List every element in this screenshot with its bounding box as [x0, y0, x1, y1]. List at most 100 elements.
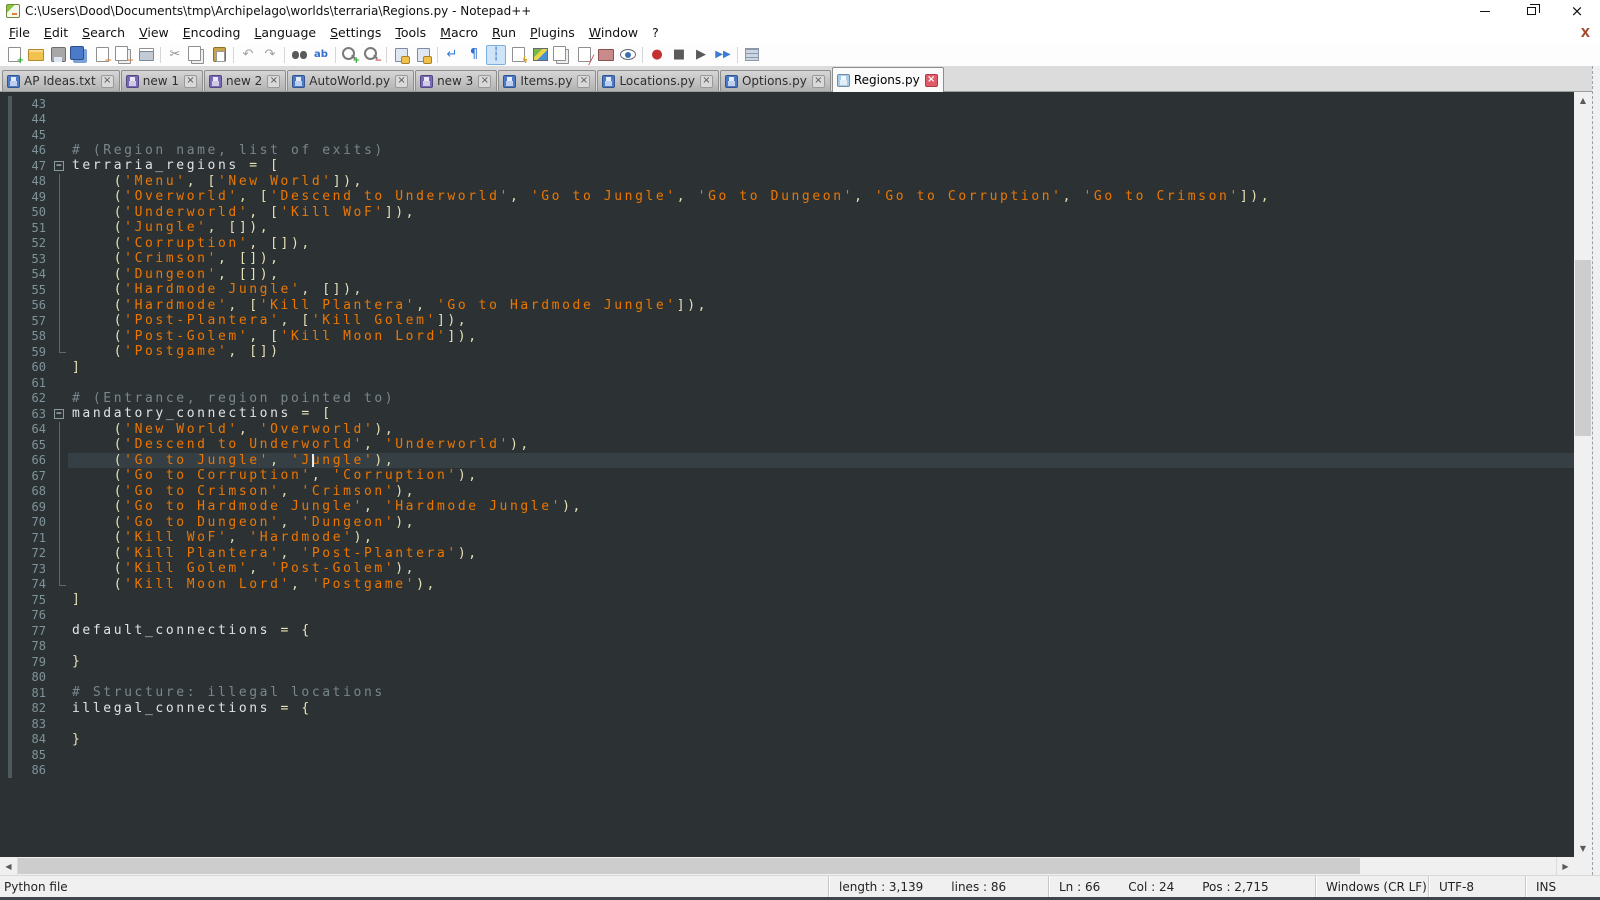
code-line-82[interactable]: 82illegal_connections = {: [0, 701, 1574, 717]
code-editor[interactable]: 43444546# (Region name, list of exits)47…: [0, 92, 1574, 857]
tab-locations-py[interactable]: Locations.py×: [597, 70, 719, 91]
code-text[interactable]: ('Underworld', ['Kill WoF']),: [68, 205, 1574, 221]
code-line-53[interactable]: 53 ('Crimson', []),: [0, 251, 1574, 267]
code-text[interactable]: ('Hardmode', ['Kill Plantera', 'Go to Ha…: [68, 298, 1574, 314]
close-all-icon[interactable]: −: [114, 45, 134, 65]
edit-script-icon[interactable]: ╱: [574, 45, 594, 65]
new-file-icon[interactable]: +: [4, 45, 24, 65]
code-line-79[interactable]: 79}: [0, 654, 1574, 670]
code-line-47[interactable]: 47−terraria_regions = [: [0, 158, 1574, 174]
code-text[interactable]: # Structure: illegal locations: [68, 685, 1574, 701]
code-line-45[interactable]: 45: [0, 127, 1574, 143]
code-line-85[interactable]: 85: [0, 747, 1574, 763]
minimize-button[interactable]: [1462, 0, 1508, 22]
monitoring-eye-icon[interactable]: [618, 45, 638, 65]
code-line-48[interactable]: 48 ('Menu', ['New World']),: [0, 174, 1574, 190]
open-file-icon[interactable]: [26, 45, 46, 65]
code-text[interactable]: [68, 763, 1574, 779]
code-text[interactable]: mandatory_connections = [: [68, 406, 1574, 422]
code-line-66[interactable]: 66 ('Go to Jungle', 'Jungle'),: [0, 453, 1574, 469]
save-all-icon[interactable]: [70, 45, 90, 65]
print-icon[interactable]: [136, 45, 156, 65]
scroll-left-arrow-icon[interactable]: ◀: [0, 857, 18, 875]
tab-ap-ideas-txt[interactable]: AP Ideas.txt×: [2, 70, 120, 91]
menu-file[interactable]: File: [2, 23, 37, 42]
code-line-70[interactable]: 70 ('Go to Dungeon', 'Dungeon'),: [0, 515, 1574, 531]
tab-close-icon[interactable]: ×: [577, 75, 590, 88]
code-text[interactable]: ]: [68, 592, 1574, 608]
play-macro-icon[interactable]: ▶: [691, 45, 711, 65]
code-text[interactable]: ('Kill Golem', 'Post-Golem'),: [68, 561, 1574, 577]
horizontal-scrollbar-thumb[interactable]: [18, 858, 1360, 874]
folder-as-workspace-icon[interactable]: [596, 45, 616, 65]
copy-icon[interactable]: [187, 45, 207, 65]
scroll-right-arrow-icon[interactable]: ▶: [1556, 857, 1574, 875]
code-text[interactable]: ('Go to Corruption', 'Corruption'),: [68, 468, 1574, 484]
code-text[interactable]: ('Descend to Underworld', 'Underworld'),: [68, 437, 1574, 453]
code-text[interactable]: ('Go to Jungle', 'Jungle'),: [68, 453, 1574, 469]
code-text[interactable]: illegal_connections = {: [68, 701, 1574, 717]
code-line-51[interactable]: 51 ('Jungle', []),: [0, 220, 1574, 236]
code-text[interactable]: }: [68, 654, 1574, 670]
code-line-58[interactable]: 58 ('Post-Golem', ['Kill Moon Lord']),: [0, 329, 1574, 345]
code-text[interactable]: [68, 716, 1574, 732]
cut-icon[interactable]: ✂: [165, 45, 185, 65]
code-line-59[interactable]: 59 ('Postgame', []): [0, 344, 1574, 360]
code-text[interactable]: ('Corruption', []),: [68, 236, 1574, 252]
sync-vertical-scrolling-icon[interactable]: [391, 45, 411, 65]
code-text[interactable]: # (Region name, list of exits): [68, 143, 1574, 159]
menu-edit[interactable]: Edit: [37, 23, 75, 42]
tab-close-icon[interactable]: ×: [478, 75, 491, 88]
status-eol-format[interactable]: Windows (CR LF): [1315, 876, 1428, 897]
code-text[interactable]: ('Post-Plantera', ['Kill Golem']),: [68, 313, 1574, 329]
code-line-50[interactable]: 50 ('Underworld', ['Kill WoF']),: [0, 205, 1574, 221]
code-line-63[interactable]: 63−mandatory_connections = [: [0, 406, 1574, 422]
code-line-60[interactable]: 60]: [0, 360, 1574, 376]
code-line-71[interactable]: 71 ('Kill WoF', 'Hardmode'),: [0, 530, 1574, 546]
show-all-characters-icon[interactable]: ¶: [464, 45, 484, 65]
code-text[interactable]: }: [68, 732, 1574, 748]
code-text[interactable]: ('Crimson', []),: [68, 251, 1574, 267]
menu-language[interactable]: Language: [247, 23, 323, 42]
code-line-62[interactable]: 62# (Entrance, region pointed to): [0, 391, 1574, 407]
code-line-43[interactable]: 43: [0, 96, 1574, 112]
tab-autoworld-py[interactable]: AutoWorld.py×: [287, 70, 414, 91]
find-icon[interactable]: [289, 45, 309, 65]
tab-close-icon[interactable]: ×: [700, 75, 713, 88]
code-text[interactable]: [68, 608, 1574, 624]
replace-icon[interactable]: ab: [311, 45, 331, 65]
save-icon[interactable]: [48, 45, 68, 65]
code-line-76[interactable]: 76: [0, 608, 1574, 624]
code-text[interactable]: terraria_regions = [: [68, 158, 1574, 174]
code-text[interactable]: [68, 639, 1574, 655]
code-text[interactable]: ('New World', 'Overworld'),: [68, 422, 1574, 438]
code-line-44[interactable]: 44: [0, 112, 1574, 128]
menu-run[interactable]: Run: [485, 23, 523, 42]
code-line-56[interactable]: 56 ('Hardmode', ['Kill Plantera', 'Go to…: [0, 298, 1574, 314]
tab-new-2[interactable]: new 2×: [204, 70, 286, 91]
tab-close-icon[interactable]: ×: [184, 75, 197, 88]
code-text[interactable]: # (Entrance, region pointed to): [68, 391, 1574, 407]
code-line-68[interactable]: 68 ('Go to Crimson', 'Crimson'),: [0, 484, 1574, 500]
code-line-77[interactable]: 77default_connections = {: [0, 623, 1574, 639]
status-encoding[interactable]: UTF-8: [1428, 876, 1525, 897]
code-line-69[interactable]: 69 ('Go to Hardmode Jungle', 'Hardmode J…: [0, 499, 1574, 515]
code-line-67[interactable]: 67 ('Go to Corruption', 'Corruption'),: [0, 468, 1574, 484]
code-line-83[interactable]: 83: [0, 716, 1574, 732]
run-macro-multiple-times-icon[interactable]: ▶▶: [713, 45, 733, 65]
show-indent-guide-icon[interactable]: ┆: [486, 45, 506, 65]
code-text[interactable]: ('Postgame', []): [68, 344, 1574, 360]
code-line-86[interactable]: 86: [0, 763, 1574, 779]
tab-new-1[interactable]: new 1×: [121, 70, 203, 91]
code-line-81[interactable]: 81# Structure: illegal locations: [0, 685, 1574, 701]
sync-horizontal-scrolling-icon[interactable]: [413, 45, 433, 65]
close-button[interactable]: ×: [1554, 0, 1600, 22]
menu-window[interactable]: Window: [582, 23, 645, 42]
paste-icon[interactable]: [209, 45, 229, 65]
record-macro-icon[interactable]: ●: [647, 45, 667, 65]
code-line-75[interactable]: 75]: [0, 592, 1574, 608]
fold-margin[interactable]: −: [52, 406, 68, 422]
code-text[interactable]: [68, 112, 1574, 128]
undo-icon[interactable]: ↶: [238, 45, 258, 65]
stop-macro-icon[interactable]: ■: [669, 45, 689, 65]
